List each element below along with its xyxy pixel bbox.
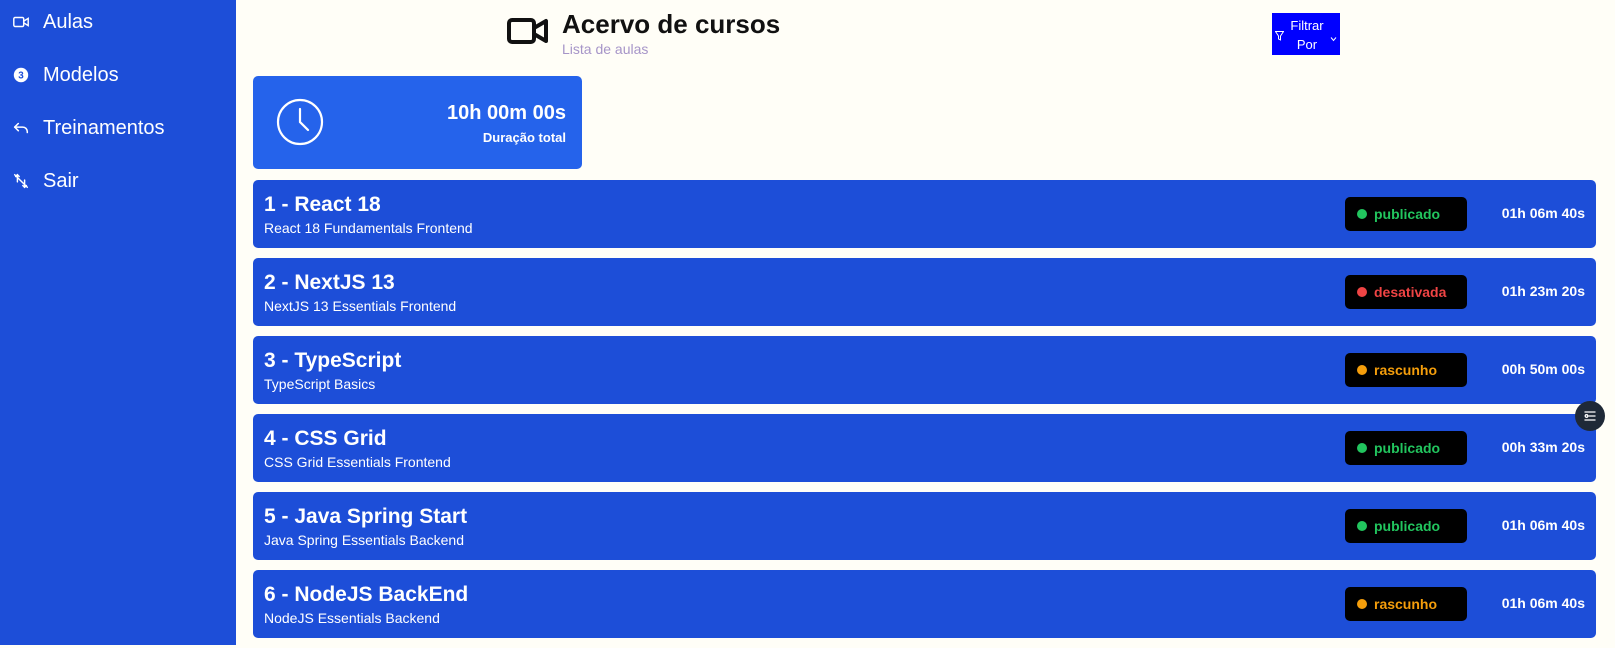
status-dot xyxy=(1357,443,1367,453)
svg-text:3: 3 xyxy=(18,70,24,81)
course-title: 5 - Java Spring Start xyxy=(264,505,468,528)
status-dot xyxy=(1357,287,1367,297)
course-description: Java Spring Essentials Backend xyxy=(264,532,464,548)
course-description: TypeScript Basics xyxy=(264,376,376,392)
floating-settings-button[interactable] xyxy=(1575,401,1605,431)
number-circle-icon: 3 xyxy=(12,66,32,86)
video-icon xyxy=(12,13,32,33)
status-label: rascunho xyxy=(1374,362,1438,378)
course-title: 2 - NextJS 13 xyxy=(264,271,395,294)
filter-button[interactable]: Filtrar Por xyxy=(1272,13,1340,55)
status-badge: rascunho xyxy=(1345,353,1467,387)
course-row[interactable]: 4 - CSS Grid CSS Grid Essentials Fronten… xyxy=(253,414,1596,482)
course-description: NextJS 13 Essentials Frontend xyxy=(264,298,457,314)
course-description: React 18 Fundamentals Frontend xyxy=(264,220,473,236)
sidebar-item-sair[interactable]: Sair xyxy=(12,170,79,193)
status-badge: publicado xyxy=(1345,197,1467,231)
status-badge: publicado xyxy=(1345,431,1467,465)
video-camera-icon xyxy=(506,13,550,49)
status-label: rascunho xyxy=(1374,596,1438,612)
course-duration: 01h 06m 40s xyxy=(1501,517,1585,533)
course-list: 1 - React 18 React 18 Fundamentals Front… xyxy=(253,180,1596,648)
course-duration: 01h 06m 40s xyxy=(1501,595,1585,611)
sidebar-item-treinamentos[interactable]: Treinamentos xyxy=(12,117,165,140)
course-row[interactable]: 3 - TypeScript TypeScript Basics rascunh… xyxy=(253,336,1596,404)
status-badge: rascunho xyxy=(1345,587,1467,621)
filter-label: Filtrar Por xyxy=(1290,18,1324,52)
sidebar-item-label: Treinamentos xyxy=(43,117,165,139)
course-duration: 01h 06m 40s xyxy=(1501,205,1585,221)
course-duration: 00h 33m 20s xyxy=(1501,439,1585,455)
course-duration: 01h 23m 20s xyxy=(1501,283,1585,299)
total-duration-label: Duração total xyxy=(482,130,566,145)
status-label: desativada xyxy=(1374,284,1447,300)
course-title: 3 - TypeScript xyxy=(264,349,402,372)
sidebar-item-label: Modelos xyxy=(43,64,119,86)
crossed-arrows-icon xyxy=(12,172,32,192)
sidebar: Aulas 3 Modelos Treinamentos Sair xyxy=(0,0,236,645)
total-duration-value: 10h 00m 00s xyxy=(447,102,566,124)
filter-icon xyxy=(1274,29,1285,41)
status-label: publicado xyxy=(1374,518,1441,534)
course-title: 1 - React 18 xyxy=(264,193,381,216)
sidebar-item-aulas[interactable]: Aulas xyxy=(12,11,93,34)
status-dot xyxy=(1357,599,1367,609)
status-badge: publicado xyxy=(1345,509,1467,543)
course-row[interactable]: 5 - Java Spring Start Java Spring Essent… xyxy=(253,492,1596,560)
clock-icon xyxy=(275,97,325,147)
course-description: CSS Grid Essentials Frontend xyxy=(264,454,451,470)
sidebar-item-label: Aulas xyxy=(43,11,94,33)
sidebar-item-label: Sair xyxy=(43,170,79,192)
status-label: publicado xyxy=(1374,440,1441,456)
course-row[interactable]: 1 - React 18 React 18 Fundamentals Front… xyxy=(253,180,1596,248)
course-duration: 00h 50m 00s xyxy=(1501,361,1585,377)
status-dot xyxy=(1357,521,1367,531)
course-row[interactable]: 6 - NodeJS BackEnd NodeJS Essentials Bac… xyxy=(253,570,1596,638)
status-dot xyxy=(1357,365,1367,375)
sidebar-item-modelos[interactable]: 3 Modelos xyxy=(12,64,119,87)
page-title: Acervo de cursos xyxy=(562,9,781,39)
course-title: 6 - NodeJS BackEnd xyxy=(264,583,469,606)
page-subtitle: Lista de aulas xyxy=(562,41,649,57)
status-label: publicado xyxy=(1374,206,1441,222)
course-row[interactable]: 2 - NextJS 13 NextJS 13 Essentials Front… xyxy=(253,258,1596,326)
chevron-down-icon xyxy=(1330,30,1337,42)
course-description: NodeJS Essentials Backend xyxy=(264,610,440,626)
status-badge: desativada xyxy=(1345,275,1467,309)
settings-list-icon xyxy=(1583,409,1597,423)
course-title: 4 - CSS Grid xyxy=(264,427,387,450)
total-duration-card: 10h 00m 00s Duração total xyxy=(253,76,582,169)
undo-arrow-icon xyxy=(12,119,32,139)
status-dot xyxy=(1357,209,1367,219)
